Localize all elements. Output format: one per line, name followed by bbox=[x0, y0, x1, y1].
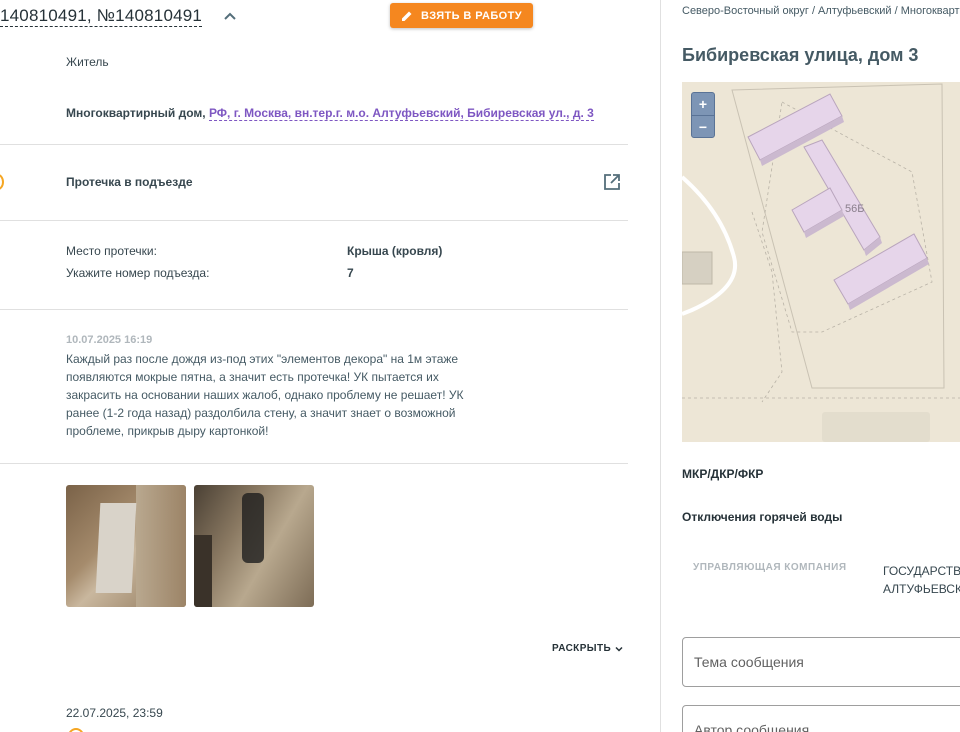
photo-thumbnail[interactable] bbox=[66, 485, 186, 607]
pencil-icon bbox=[402, 11, 412, 21]
field-value: 7 bbox=[347, 266, 354, 280]
hot-water-label: Отключения горячей воды bbox=[682, 510, 843, 524]
status-indicator bbox=[68, 728, 84, 732]
zoom-control: + − bbox=[691, 92, 715, 138]
expand-label: РАСКРЫТЬ bbox=[552, 643, 612, 654]
chevron-down-icon bbox=[615, 646, 623, 652]
divider bbox=[0, 309, 628, 310]
chevron-up-icon[interactable] bbox=[222, 8, 238, 24]
building-map[interactable]: + − 56Б bbox=[682, 82, 960, 442]
building-type: Многоквартирный дом, bbox=[66, 106, 206, 120]
building-panel: Северо-Восточный округ / Алтуфьевский / … bbox=[661, 0, 960, 732]
author-input[interactable] bbox=[694, 706, 954, 732]
open-external-icon[interactable] bbox=[603, 173, 621, 191]
building-address-line: Многоквартирный дом, РФ, г. Москва, вн.т… bbox=[66, 106, 594, 121]
breadcrumb: Северо-Восточный округ / Алтуфьевский / … bbox=[682, 5, 960, 17]
program-label: МКР/ДКР/ФКР bbox=[682, 467, 764, 481]
comment-date: 10.07.2025 16:19 bbox=[66, 334, 153, 346]
management-company-line: ГОСУДАРСТВЕННОЕ bbox=[883, 564, 960, 578]
field-label: Укажите номер подъезда: bbox=[66, 266, 210, 280]
field-value: Крыша (кровля) bbox=[347, 244, 443, 258]
photo-thumbnail[interactable] bbox=[194, 485, 314, 607]
author-field bbox=[682, 705, 960, 732]
divider bbox=[0, 463, 628, 464]
management-company-line: АЛТУФЬЕВСКОГО bbox=[883, 582, 960, 596]
field-label: Место протечки: bbox=[66, 244, 157, 258]
zoom-in-button[interactable]: + bbox=[692, 93, 714, 115]
request-category: Протечка в подъезде bbox=[66, 175, 193, 189]
subject-input[interactable] bbox=[694, 638, 954, 686]
expand-button[interactable]: РАСКРЫТЬ bbox=[552, 643, 624, 654]
map-canvas bbox=[682, 82, 960, 442]
divider bbox=[0, 220, 628, 221]
divider bbox=[0, 144, 628, 145]
address-link[interactable]: РФ, г. Москва, вн.тер.г. м.о. Алтуфьевск… bbox=[208, 106, 594, 121]
history-date: 22.07.2025, 23:59 bbox=[66, 706, 163, 720]
building-title: Бибиревская улица, дом 3 bbox=[682, 45, 919, 65]
zoom-out-button[interactable]: − bbox=[692, 116, 714, 138]
author-role: Житель bbox=[66, 55, 109, 69]
status-indicator bbox=[0, 174, 4, 190]
management-company-value: ГОСУДАРСТВЕННОЕ АЛТУФЬЕВСКОГО bbox=[883, 562, 960, 598]
take-to-work-button[interactable]: ВЗЯТЬ В РАБОТУ bbox=[390, 3, 533, 28]
request-panel: 140810491, №140810491 ВЗЯТЬ В РАБОТУ Жит… bbox=[0, 0, 660, 732]
subject-field bbox=[682, 637, 960, 687]
management-company-label: УПРАВЛЯЮЩАЯ КОМПАНИЯ bbox=[693, 562, 847, 573]
request-title[interactable]: 140810491, №140810491 bbox=[0, 6, 203, 27]
take-to-work-label: ВЗЯТЬ В РАБОТУ bbox=[421, 9, 522, 22]
building-number-label: 56Б bbox=[845, 203, 865, 215]
comment-text: Каждый раз после дождя из-под этих "элем… bbox=[66, 352, 464, 438]
app-root: 140810491, №140810491 ВЗЯТЬ В РАБОТУ Жит… bbox=[0, 0, 960, 732]
